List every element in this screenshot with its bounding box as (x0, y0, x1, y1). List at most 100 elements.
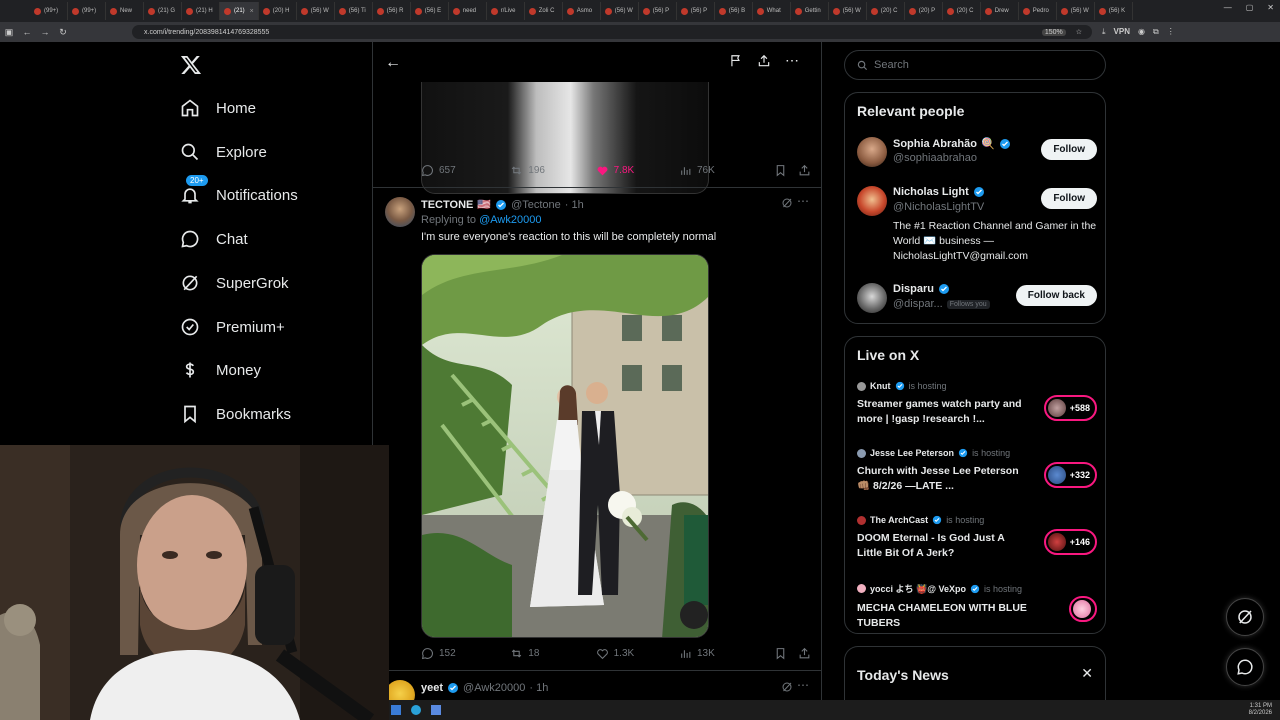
browser-tab[interactable]: New (106, 2, 144, 20)
download-icon[interactable]: ⤓ (1102, 27, 1106, 37)
reply-button[interactable]: 657 (421, 164, 510, 177)
tweet-time[interactable]: · 1h (529, 682, 548, 694)
messages-fab[interactable] (1226, 648, 1264, 686)
replying-handle-link[interactable]: @Awk20000 (479, 214, 541, 226)
nav-premium[interactable]: Premium+ (180, 317, 285, 337)
like-button[interactable]: 7.8K (596, 164, 679, 177)
avatar[interactable] (857, 283, 887, 313)
grok-icon[interactable] (781, 680, 793, 698)
author-handle[interactable]: @Awk20000 (463, 682, 525, 694)
live-listeners-badge[interactable]: +146 (1043, 529, 1097, 555)
browser-tab[interactable]: (56) P (639, 2, 677, 20)
bookmark-star-icon[interactable]: ☆ (1076, 28, 1082, 36)
browser-tab[interactable]: (56) E (411, 2, 449, 20)
back-icon[interactable]: ← (18, 27, 36, 37)
like-button[interactable]: 1.3K (596, 647, 679, 660)
live-item[interactable]: Knut is hosting Streamer games watch par… (857, 381, 1097, 427)
browser-tab[interactable]: (56) W (829, 2, 867, 20)
grok-fab[interactable] (1226, 598, 1264, 636)
live-listeners-badge[interactable]: +332 (1043, 462, 1097, 488)
browser-tab[interactable]: (20) C (943, 2, 981, 20)
person-row[interactable]: Sophia Abrahão 🍭 @sophiaabrahao Follow (857, 137, 1097, 171)
tab-close-icon[interactable]: × (250, 8, 254, 15)
minimize-icon[interactable]: — (1224, 3, 1232, 12)
reply-button[interactable]: 152 (421, 647, 510, 660)
browser-tab[interactable]: (56) R (373, 2, 411, 20)
browser-tab[interactable]: (56) K (1095, 2, 1133, 20)
browser-tab[interactable]: (21) × (220, 2, 259, 20)
author-name[interactable]: yeet (421, 682, 443, 694)
steam-icon[interactable] (411, 705, 421, 715)
x-logo-icon[interactable] (180, 54, 202, 81)
repost-button[interactable]: 196 (510, 164, 595, 177)
browser-tab[interactable]: Pedro (1019, 2, 1057, 20)
person-name[interactable]: Disparu (893, 283, 950, 295)
person-row[interactable]: Nicholas Light @NicholasLightTV The #1 R… (857, 186, 1097, 268)
maximize-icon[interactable]: ▢ (1246, 3, 1254, 12)
avatar[interactable] (857, 186, 887, 216)
vpn-badge[interactable]: VPN (1114, 27, 1130, 37)
zoom-indicator[interactable]: 150% (1041, 28, 1066, 36)
person-row[interactable]: Disparu @dispar... Follows you Follow ba… (857, 283, 1097, 317)
browser-tab[interactable]: Drew (981, 2, 1019, 20)
person-name[interactable]: Nicholas Light (893, 186, 985, 198)
browser-tab[interactable]: need (449, 2, 487, 20)
tweet-more-icon[interactable]: ⋯ (797, 194, 809, 208)
menu-icon[interactable]: ⋮ (1167, 27, 1175, 37)
extensions-icon[interactable]: ⧉ (1153, 27, 1159, 37)
browser-tab[interactable]: (21) H (182, 2, 220, 20)
app-icon[interactable] (431, 705, 441, 715)
browser-tab[interactable]: (21) G (144, 2, 182, 20)
nav-money[interactable]: Money (180, 360, 261, 380)
share-button[interactable] (798, 164, 811, 177)
nav-bookmarks[interactable]: Bookmarks (180, 404, 291, 424)
browser-tab[interactable]: Zoli C (525, 2, 563, 20)
grok-icon[interactable] (781, 196, 793, 214)
author-handle[interactable]: @Tectone (511, 199, 561, 211)
views-button[interactable]: 76K (679, 164, 774, 177)
browser-tab[interactable]: (56) B (715, 2, 753, 20)
live-item[interactable]: yocci よち 👹@ VeXpo is hosting MECHA CHAME… (857, 582, 1097, 631)
browser-tab[interactable]: (99+) (30, 2, 68, 20)
account-icon[interactable]: ◉ (1138, 27, 1145, 37)
browser-tab[interactable]: (56) W (1057, 2, 1095, 20)
live-item[interactable]: The ArchCast is hosting DOOM Eternal - I… (857, 515, 1097, 561)
url-field[interactable]: x.com/i/trending/2083981414769328555 150… (132, 25, 1092, 39)
previous-tweet-image[interactable] (421, 82, 709, 194)
bookmark-button[interactable] (774, 164, 798, 177)
tweet-image[interactable] (421, 254, 709, 638)
bookmark-button[interactable] (774, 647, 798, 660)
report-flag-icon[interactable] (729, 54, 743, 73)
close-icon[interactable]: ✕ (1081, 665, 1093, 682)
share-icon[interactable] (757, 54, 771, 73)
browser-tab[interactable]: (99+) (68, 2, 106, 20)
reload-icon[interactable]: ↻ (54, 27, 72, 38)
browser-tab[interactable]: (56) P (677, 2, 715, 20)
browser-tab[interactable]: (56) Ti (335, 2, 373, 20)
author-name[interactable]: TECTONE (421, 199, 473, 211)
browser-tab[interactable]: Asmo (563, 2, 601, 20)
avatar[interactable] (857, 137, 887, 167)
nav-supergrok[interactable]: SuperGrok (180, 273, 289, 293)
live-item[interactable]: Jesse Lee Peterson is hosting Church wit… (857, 448, 1097, 494)
tweet-more-icon[interactable]: ⋯ (797, 678, 809, 692)
sidebar-toggle-icon[interactable]: ▣ (0, 27, 18, 38)
search-input[interactable]: Search (844, 50, 1106, 80)
close-window-icon[interactable]: ✕ (1267, 3, 1274, 12)
back-arrow-icon[interactable]: ← (385, 54, 401, 72)
more-options-icon[interactable]: ⋯ (785, 52, 799, 69)
live-listeners-badge[interactable] (1069, 596, 1097, 622)
nav-home[interactable]: Home (180, 98, 256, 118)
views-button[interactable]: 13K (679, 647, 774, 660)
browser-tab[interactable]: (56) W (601, 2, 639, 20)
repost-button[interactable]: 18 (510, 647, 595, 660)
start-icon[interactable] (391, 705, 401, 715)
browser-tab[interactable]: Gettin (791, 2, 829, 20)
browser-tab[interactable]: (20) H (259, 2, 297, 20)
forward-icon[interactable]: → (36, 27, 54, 37)
browser-tab[interactable]: (20) C (867, 2, 905, 20)
follow-button[interactable]: Follow (1041, 139, 1097, 160)
browser-tab[interactable]: What (753, 2, 791, 20)
follow-button[interactable]: Follow (1041, 188, 1097, 209)
browser-tab[interactable]: r/Live (487, 2, 525, 20)
